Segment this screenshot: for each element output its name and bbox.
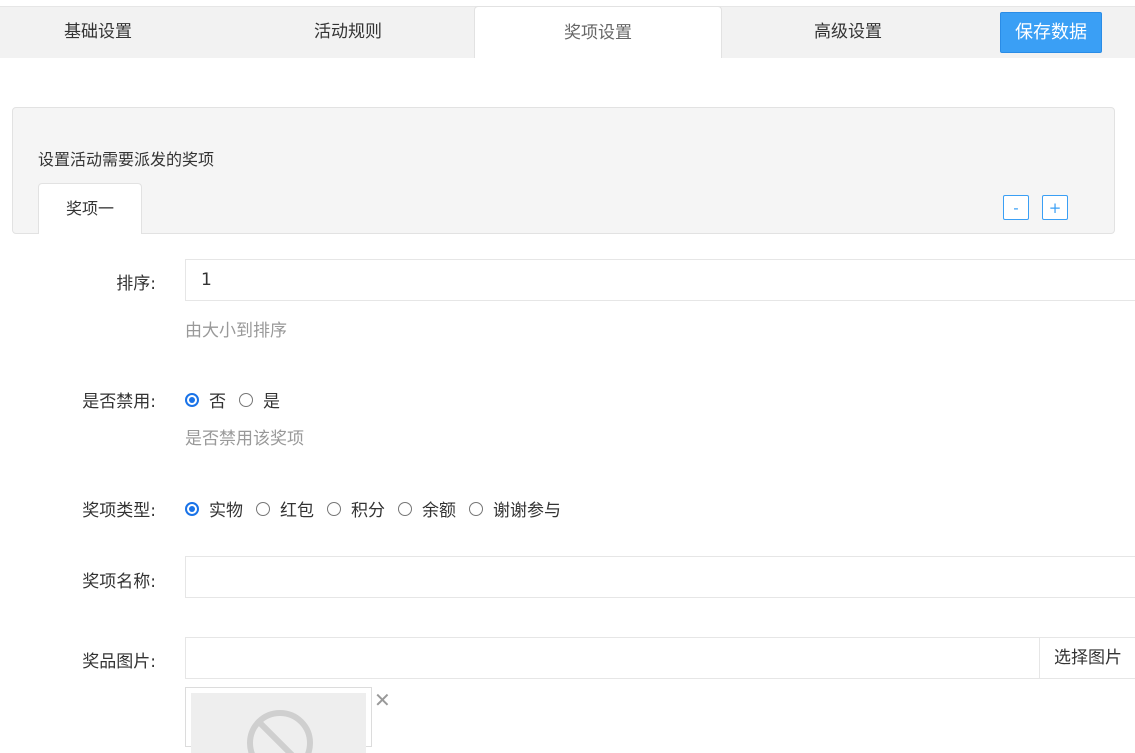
prize-name-label: 奖项名称: — [82, 572, 156, 592]
prize-type-label: 奖项类型: — [82, 501, 156, 521]
disabled-label: 是否禁用: — [82, 392, 156, 412]
remove-prize-button[interactable]: - — [1003, 195, 1029, 220]
prize-type-option-label: 积分 — [351, 501, 385, 521]
prize-name-input[interactable] — [185, 556, 1135, 598]
radio-unchecked-icon[interactable] — [398, 501, 412, 516]
prize-type-option-red-packet[interactable]: 红包 — [256, 496, 314, 521]
tab-advanced-settings[interactable]: 高级设置 — [750, 6, 946, 58]
remove-image-icon[interactable]: ✕ — [374, 690, 391, 710]
sort-hint: 由大小到排序 — [185, 321, 287, 341]
prize-type-option-physical[interactable]: 实物 — [185, 496, 243, 521]
select-image-button[interactable]: 选择图片 — [1039, 637, 1135, 679]
prize-type-option-label: 余额 — [422, 501, 456, 521]
tab-prize-settings[interactable]: 奖项设置 — [474, 6, 722, 58]
image-preview — [185, 687, 372, 753]
add-prize-button[interactable]: + — [1042, 195, 1068, 220]
sort-label: 排序: — [116, 274, 156, 294]
radio-unchecked-icon[interactable] — [469, 501, 483, 516]
radio-unchecked-icon[interactable] — [327, 501, 341, 516]
top-tab-bar: 基础设置 活动规则 奖项设置 高级设置 保存数据 — [0, 0, 1135, 58]
prize-panel: 设置活动需要派发的奖项 奖项一 - + — [12, 107, 1115, 234]
radio-checked-icon[interactable] — [185, 392, 199, 407]
disabled-option-no-label: 否 — [209, 392, 226, 412]
prize-type-radio-group: 实物 红包 积分 余额 谢谢参与 — [185, 496, 574, 521]
prize-type-option-label: 实物 — [209, 501, 243, 521]
disabled-radio-group: 否 是 — [185, 387, 293, 412]
radio-unchecked-icon[interactable] — [256, 501, 270, 516]
sort-input[interactable] — [185, 259, 1135, 301]
disabled-option-yes-label: 是 — [263, 392, 280, 412]
disabled-option-no[interactable]: 否 — [185, 387, 226, 412]
image-placeholder — [191, 693, 366, 753]
prize-tab-1[interactable]: 奖项一 — [38, 183, 142, 234]
prize-type-option-points[interactable]: 积分 — [327, 496, 385, 521]
radio-unchecked-icon[interactable] — [239, 392, 253, 407]
disabled-hint: 是否禁用该奖项 — [185, 429, 304, 449]
tab-activity-rules[interactable]: 活动规则 — [250, 6, 446, 58]
no-image-icon — [247, 710, 313, 753]
save-data-button[interactable]: 保存数据 — [1000, 12, 1102, 53]
prize-type-option-balance[interactable]: 余额 — [398, 496, 456, 521]
prize-type-option-thanks[interactable]: 谢谢参与 — [469, 496, 561, 521]
disabled-option-yes[interactable]: 是 — [239, 387, 280, 412]
tab-basic-settings[interactable]: 基础设置 — [0, 6, 196, 58]
prize-type-option-label: 红包 — [280, 501, 314, 521]
prize-type-option-label: 谢谢参与 — [493, 501, 561, 521]
prize-image-label: 奖品图片: — [82, 652, 156, 672]
panel-description: 设置活动需要派发的奖项 — [38, 150, 215, 169]
radio-checked-icon[interactable] — [185, 501, 199, 516]
prize-image-input[interactable] — [185, 637, 1040, 679]
